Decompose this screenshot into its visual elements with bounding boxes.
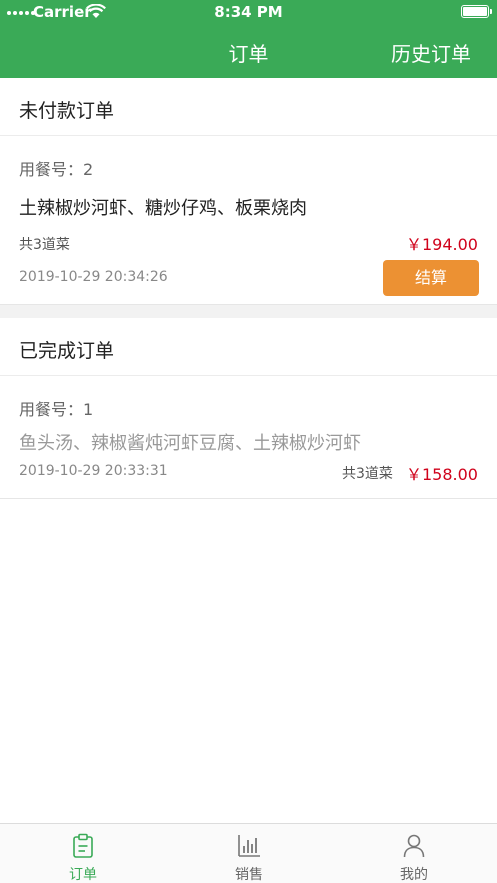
order-date: 2019-10-29 20:34:26 — [19, 269, 168, 285]
bar-chart-icon — [238, 835, 260, 857]
order-price: ￥194.00 — [406, 235, 478, 254]
unpaid-section-title: 未付款订单 — [19, 100, 115, 122]
completed-order-card[interactable]: 用餐号：1 鱼头汤、辣椒酱炖河虾豆腐、土辣椒炒河虾 2019-10-29 20:… — [0, 377, 497, 498]
header-bar: Carrier 8:34 PM 订单 历史订单 — [0, 0, 497, 78]
tab-label: 我的 — [400, 867, 428, 883]
tab-bar: 订单 销售 我的 — [0, 823, 497, 883]
meal-number: 用餐号：1 — [19, 400, 94, 419]
status-bar: Carrier 8:34 PM — [0, 0, 497, 24]
tab-label: 订单 — [69, 867, 97, 883]
completed-section-header: 已完成订单 — [0, 318, 497, 376]
dish-list: 鱼头汤、辣椒酱炖河虾豆腐、土辣椒炒河虾 — [19, 433, 361, 454]
history-orders-button[interactable]: 历史订单 — [391, 38, 471, 67]
tab-orders[interactable]: 订单 — [0, 824, 166, 883]
clipboard-icon — [73, 833, 93, 858]
tab-sales[interactable]: 销售 — [166, 824, 332, 883]
section-divider — [0, 305, 497, 318]
dish-count: 共3道菜 — [19, 237, 70, 253]
dish-count: 共3道菜 — [342, 466, 393, 482]
order-date: 2019-10-29 20:33:31 — [19, 463, 168, 479]
clock-time: 8:34 PM — [214, 3, 283, 21]
meal-number: 用餐号：2 — [19, 160, 94, 179]
tab-profile[interactable]: 我的 — [331, 824, 497, 883]
divider-line — [0, 498, 497, 499]
dish-list: 土辣椒炒河虾、糖炒仔鸡、板栗烧肉 — [19, 198, 307, 219]
tab-label: 销售 — [235, 867, 263, 883]
order-price: ￥158.00 — [406, 465, 478, 484]
pay-button[interactable]: 结算 — [383, 260, 479, 296]
battery-icon — [461, 5, 492, 18]
unpaid-section-header: 未付款订单 — [0, 78, 497, 136]
completed-section-title: 已完成订单 — [19, 340, 115, 362]
person-icon — [403, 834, 425, 858]
